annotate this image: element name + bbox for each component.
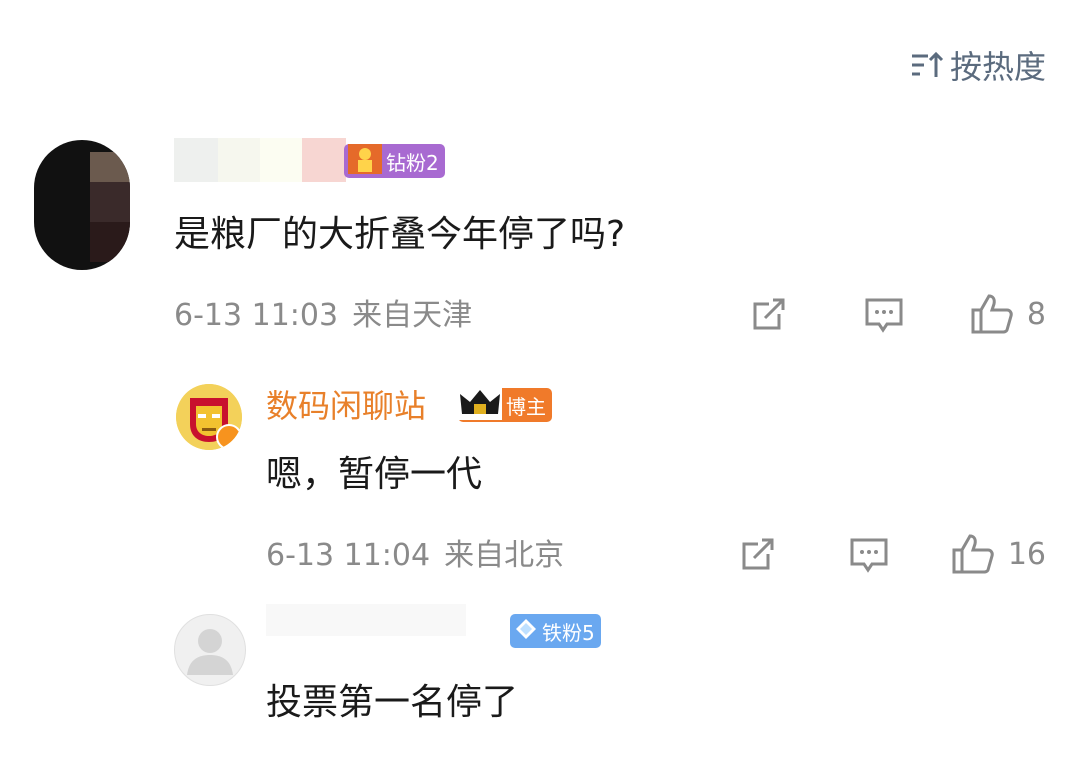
- badge-label: 钻粉2: [386, 150, 439, 175]
- share-button[interactable]: [749, 294, 789, 334]
- comment-meta: 6-13 11:04 来自北京: [266, 536, 564, 576]
- fan-badge: 铁粉5: [510, 614, 601, 648]
- reply-button[interactable]: [848, 534, 890, 574]
- comment-time: 6-13 11:04: [266, 538, 431, 573]
- avatar[interactable]: [176, 384, 242, 450]
- thumbs-up-icon: [950, 532, 996, 576]
- username-masked[interactable]: [266, 604, 466, 636]
- avatar[interactable]: [34, 140, 130, 270]
- diamond-fan-icon: [348, 143, 382, 179]
- like-count: 8: [1026, 296, 1046, 332]
- comment-icon: [848, 534, 890, 574]
- fan-badge: 钻粉2: [344, 143, 445, 179]
- comment-time: 6-13 11:03: [174, 298, 339, 333]
- crown-icon: [458, 385, 502, 425]
- sort-icon: [910, 50, 944, 80]
- comment-actions: 8: [749, 292, 1046, 336]
- badge-label: 博主: [506, 394, 546, 419]
- comment-text: 嗯，暂停一代: [266, 454, 483, 495]
- comment-meta: 6-13 11:03 来自天津: [174, 296, 472, 336]
- comment-location: 来自天津: [352, 298, 473, 333]
- comment-icon: [863, 294, 905, 334]
- badge-label: 铁粉5: [542, 620, 595, 645]
- share-icon: [738, 534, 778, 574]
- default-avatar-icon[interactable]: [174, 614, 246, 686]
- share-button[interactable]: [738, 534, 778, 574]
- comment-location: 来自北京: [444, 538, 565, 573]
- thumbs-up-icon: [969, 292, 1015, 336]
- username[interactable]: 数码闲聊站: [266, 386, 426, 426]
- like-button[interactable]: 8: [969, 292, 1046, 336]
- verified-icon: [216, 424, 242, 450]
- like-button[interactable]: 16: [950, 532, 1046, 576]
- like-count: 16: [1007, 536, 1046, 572]
- sort-by-hot-button[interactable]: 按热度: [910, 42, 1046, 88]
- username-masked[interactable]: [174, 138, 346, 182]
- sort-label: 按热度: [949, 48, 1046, 86]
- blogger-badge: 博主: [458, 385, 552, 425]
- iron-fan-icon: [514, 617, 538, 646]
- share-icon: [749, 294, 789, 334]
- comment-text: 是粮厂的大折叠今年停了吗?: [174, 214, 626, 255]
- comment-actions: 16: [738, 532, 1046, 576]
- reply-button[interactable]: [863, 294, 905, 334]
- comment-text: 投票第一名停了: [266, 682, 519, 723]
